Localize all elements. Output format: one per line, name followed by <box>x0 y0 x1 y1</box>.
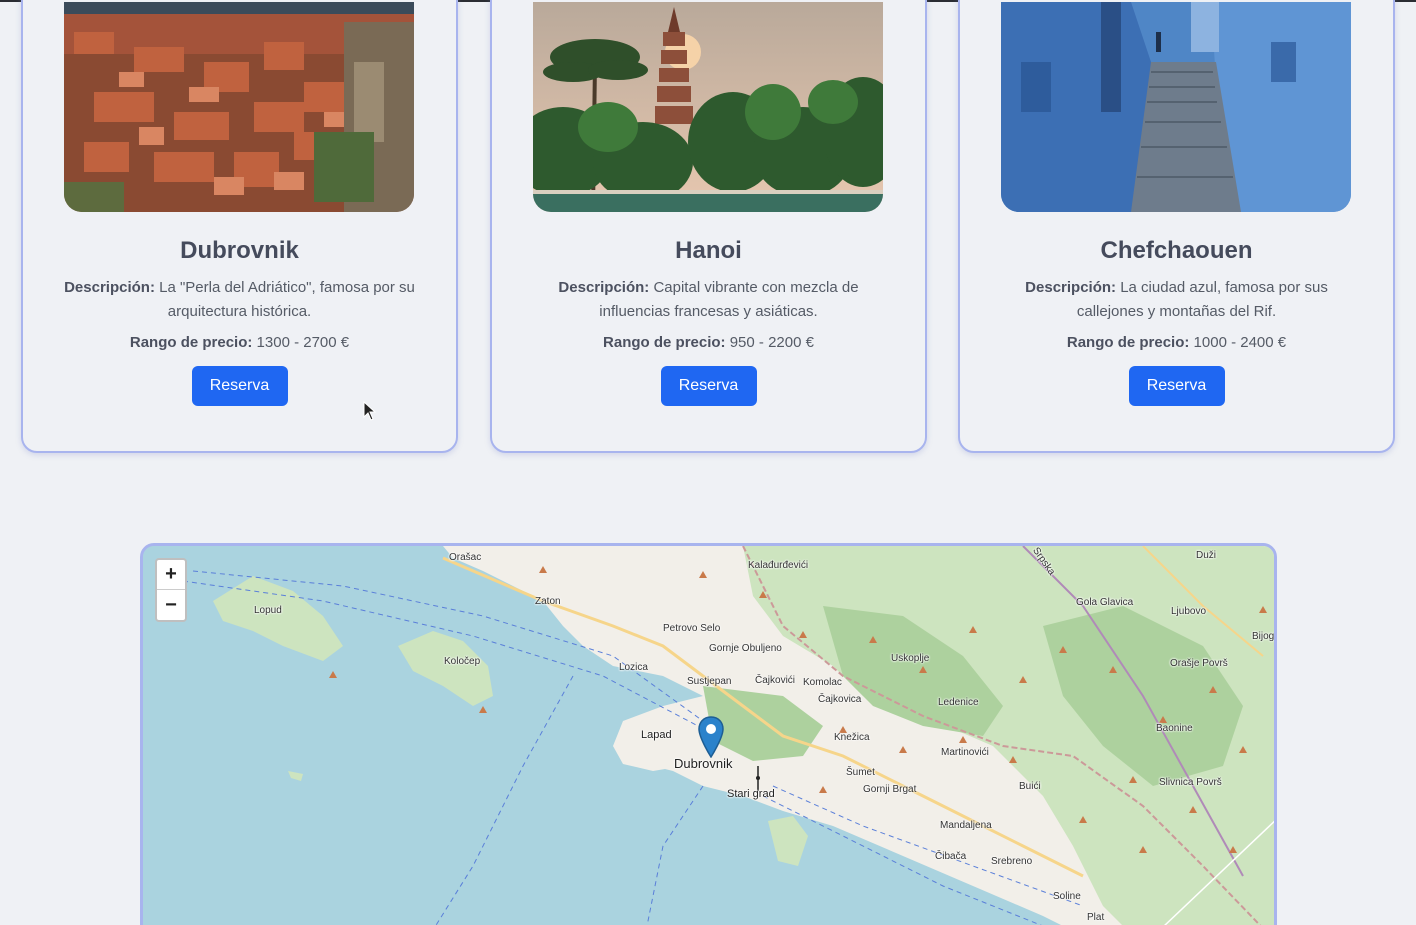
destination-card-chefchaouen: Chefchaouen Descripción: La ciudad azul,… <box>958 0 1395 453</box>
zoom-control: + − <box>155 558 187 622</box>
map-label: Čajkovica <box>818 694 862 705</box>
mouse-cursor-icon <box>363 401 377 421</box>
map-label: Lopud <box>254 605 282 616</box>
map-label: Gola Glavica <box>1076 597 1134 608</box>
map-label: Srebreno <box>991 856 1033 867</box>
map-label-dubrovnik: Dubrovnik <box>674 756 733 771</box>
map-label: Soline <box>1053 891 1081 902</box>
destination-card-dubrovnik: Dubrovnik Descripción: La "Perla del Adr… <box>21 0 458 453</box>
destination-card-hanoi: Hanoi Descripción: Capital vibrante con … <box>490 0 927 453</box>
map-label: Koločep <box>444 656 481 667</box>
description-label: Descripción: <box>558 279 650 296</box>
map-label: Bijog <box>1252 631 1275 642</box>
map-label: Gornje Obuljeno <box>709 643 782 654</box>
map-label: Uskoplje <box>891 653 930 664</box>
price-value: 950 - 2200 € <box>729 334 814 351</box>
reserve-button-hanoi[interactable]: Reserva <box>660 366 757 406</box>
destination-cards: Dubrovnik Descripción: La "Perla del Adr… <box>0 0 1416 455</box>
card-description: Descripción: La ciudad azul, famosa por … <box>990 276 1363 324</box>
map-label: Šumet <box>846 767 875 778</box>
map-label: Ledenice <box>938 697 979 708</box>
card-title: Chefchaouen <box>1100 237 1253 264</box>
description-label: Descripción: <box>1025 279 1117 296</box>
map-label: Lozica <box>619 662 648 673</box>
card-description: Descripción: La "Perla del Adriático", f… <box>53 276 426 324</box>
map-label: Zaton <box>535 596 561 607</box>
price-label: Rango de precio: <box>603 334 726 351</box>
card-price: Rango de precio: 1000 - 2400 € <box>960 334 1393 351</box>
location-marker-icon[interactable] <box>698 716 724 758</box>
map-label: Gornji Brgat <box>863 784 917 795</box>
description-label: Descripción: <box>64 279 155 296</box>
map-label: Čajkovići <box>755 675 796 686</box>
map-label: Komolac <box>803 677 842 688</box>
hanoi-photo <box>533 2 883 212</box>
description-text: La "Perla del Adriático", famosa por su … <box>159 279 415 320</box>
map-label: Martinovići <box>941 747 989 758</box>
card-price: Rango de precio: 950 - 2200 € <box>492 334 925 351</box>
map-label: Mandaljena <box>940 820 992 831</box>
map-label: Ljubovo <box>1171 606 1207 617</box>
price-label: Rango de precio: <box>1066 334 1190 351</box>
map-label: Knežica <box>834 732 870 743</box>
map-label: Stari grad <box>727 788 775 800</box>
price-value: 1300 - 2700 € <box>256 334 350 351</box>
location-map[interactable]: + − Orašac Kalađurđevići Srpska Duži Zat… <box>140 543 1277 925</box>
map-label: Duži <box>1196 550 1217 561</box>
card-description: Descripción: Capital vibrante con mezcla… <box>522 276 895 324</box>
zoom-out-button[interactable]: − <box>157 590 185 620</box>
map-label: Orašje Površ <box>1170 658 1228 669</box>
map-label: Orašac <box>449 552 482 563</box>
map-label: Buići <box>1019 781 1041 792</box>
dubrovnik-photo <box>64 2 414 212</box>
map-label: Sustjepan <box>687 676 732 687</box>
price-value: 1000 - 2400 € <box>1193 334 1287 351</box>
chefchaouen-photo <box>1001 2 1351 212</box>
reserve-button-chefchaouen[interactable]: Reserva <box>1128 366 1225 406</box>
map-label: Čibača <box>935 851 967 862</box>
map-label: Lapad <box>641 729 672 741</box>
map-label: Petrovo Selo <box>663 623 721 634</box>
map-label: Plat <box>1087 912 1105 923</box>
reserve-button-dubrovnik[interactable]: Reserva <box>191 366 288 406</box>
card-price: Rango de precio: 1300 - 2700 € <box>23 334 456 351</box>
map-label: Baonine <box>1156 723 1193 734</box>
price-label: Rango de precio: <box>129 334 253 351</box>
card-title: Dubrovnik <box>180 237 299 264</box>
map-label: Kalađurđevići <box>748 560 809 571</box>
map-label: Slivnica Površ <box>1159 777 1222 788</box>
card-title: Hanoi <box>675 237 742 264</box>
zoom-in-button[interactable]: + <box>157 560 185 590</box>
